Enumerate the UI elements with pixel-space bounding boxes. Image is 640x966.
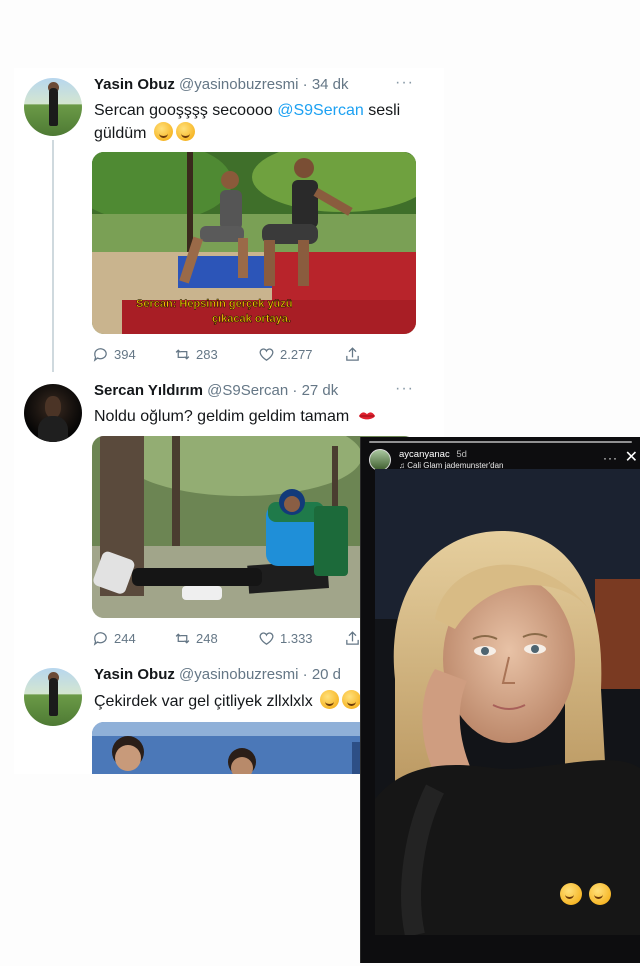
retweet-icon [175, 633, 190, 644]
reply-button[interactable]: 394 [92, 346, 136, 363]
retweet-button[interactable]: 283 [174, 346, 218, 363]
tweet-time[interactable]: 20 d [312, 666, 341, 683]
instagram-story[interactable]: aycanyanac 5d ♫ Cali Glam jademunster'da… [360, 437, 640, 963]
mention-link[interactable]: @S9Sercan [277, 102, 364, 119]
retweet-count: 283 [196, 347, 218, 362]
grin-emoji [342, 690, 362, 709]
story-avatar[interactable] [369, 449, 391, 471]
like-button[interactable]: 2.277 [258, 346, 313, 363]
more-icon[interactable]: ··· [395, 74, 414, 92]
media-caption-line2: çıkacak ortaya. [212, 313, 291, 325]
story-stickers [557, 883, 611, 905]
story-photo [375, 469, 640, 935]
tweet-media-image[interactable]: Sercan: Hepsinin gerçek yüzü çıkacak ort… [92, 152, 416, 334]
avatar[interactable] [24, 78, 82, 136]
share-icon [346, 631, 359, 645]
more-icon[interactable]: ··· [395, 380, 414, 398]
close-icon[interactable]: ✕ [625, 447, 638, 467]
screenshot-collage: Yasin Obuz @yasinobuzresmi · 34 dk ··· S… [0, 0, 640, 966]
story-time: 5d [456, 449, 467, 460]
like-icon [259, 632, 274, 645]
author-handle[interactable]: @S9Sercan [207, 382, 288, 399]
tweet-time[interactable]: 34 dk [312, 76, 349, 93]
grin-emoji [175, 122, 195, 141]
like-count: 2.277 [280, 347, 313, 362]
author-handle[interactable]: @yasinobuzresmi [179, 666, 298, 683]
reply-count: 394 [114, 347, 136, 362]
tweet-actions: 244 248 1.333 [92, 630, 392, 650]
tweet-actions: 394 283 2.277 [92, 346, 392, 366]
kiss-emoji [358, 412, 375, 420]
tweet-yasin-1[interactable]: Yasin Obuz @yasinobuzresmi · 34 dk ··· S… [14, 68, 444, 378]
avatar[interactable] [24, 668, 82, 726]
reply-icon [93, 348, 107, 362]
avatar[interactable] [24, 384, 82, 442]
retweet-count: 248 [196, 631, 218, 646]
share-button[interactable] [344, 630, 361, 647]
reply-button[interactable]: 244 [92, 630, 136, 647]
tweet-header: Yasin Obuz @yasinobuzresmi · 34 dk [94, 76, 349, 93]
retweet-icon [175, 349, 190, 360]
media-caption-line1: Sercan: Hepsinin gerçek yüzü [136, 298, 293, 310]
like-count: 1.333 [280, 631, 313, 646]
story-username[interactable]: aycanyanac [399, 449, 450, 460]
grin-emoji [153, 122, 173, 141]
story-header: aycanyanac 5d [399, 449, 467, 460]
tweet-time[interactable]: 27 dk [302, 382, 339, 399]
author-name[interactable]: Sercan Yıldırım [94, 382, 203, 399]
share-icon [346, 347, 359, 361]
worried-emoji [589, 883, 611, 905]
more-icon[interactable]: ··· [603, 451, 618, 465]
reply-count: 244 [114, 631, 136, 646]
tweet-text: Sercan gooşşşş secoooo @S9Sercan sesli g… [94, 102, 401, 142]
worried-emoji [560, 883, 582, 905]
tweet-header: Sercan Yıldırım @S9Sercan · 27 dk [94, 382, 339, 399]
tweet-text: Noldu oğlum? geldim geldim tamam [94, 406, 424, 428]
tweet-header: Yasin Obuz @yasinobuzresmi · 20 d [94, 666, 342, 683]
share-button[interactable] [344, 346, 361, 363]
author-handle[interactable]: @yasinobuzresmi [179, 76, 298, 93]
story-progress-bar [369, 441, 632, 443]
reply-icon [93, 632, 107, 646]
like-button[interactable]: 1.333 [258, 630, 313, 647]
retweet-button[interactable]: 248 [174, 630, 218, 647]
grin-emoji [320, 690, 340, 709]
author-name[interactable]: Yasin Obuz [94, 76, 175, 93]
author-name[interactable]: Yasin Obuz [94, 666, 175, 683]
like-icon [259, 348, 274, 361]
